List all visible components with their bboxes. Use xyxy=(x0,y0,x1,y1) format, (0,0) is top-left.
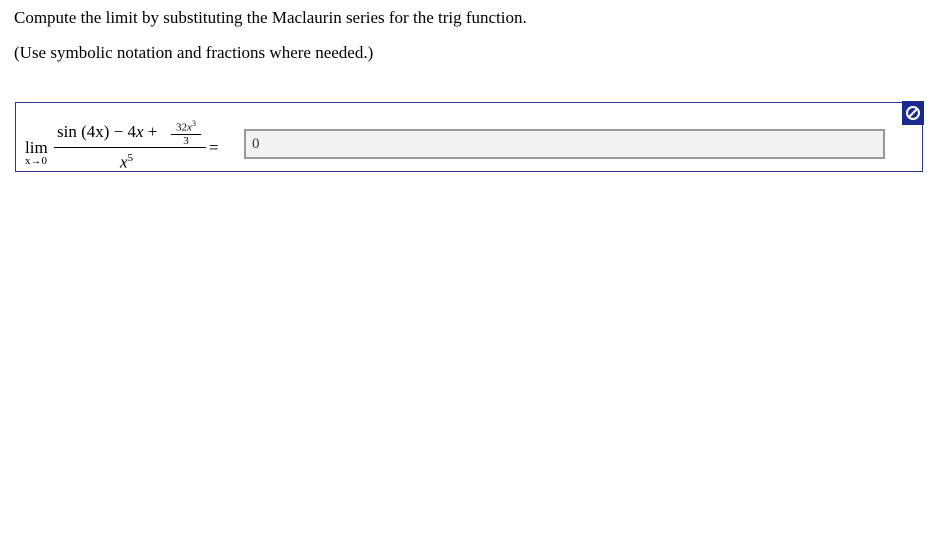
numerator: sin (4x) − 4x + xyxy=(57,122,157,142)
inner-fraction-numerator: 32x3 xyxy=(170,118,202,134)
status-badge xyxy=(902,101,924,125)
inner-fraction-denominator: 3 xyxy=(183,134,189,147)
fraction-bar xyxy=(54,147,206,148)
minus-term: − 4 xyxy=(109,122,137,141)
lim-subscript: x→0 xyxy=(25,155,47,167)
not-allowed-icon xyxy=(906,106,920,120)
answer-input[interactable] xyxy=(244,129,885,159)
x-variable: x xyxy=(136,122,144,141)
equals-sign: = xyxy=(209,138,219,157)
inner-fraction: 32x3 3 xyxy=(170,118,202,147)
answer-box: lim x→0 sin (4x) − 4x + 32x3 3 x5 = xyxy=(15,101,924,173)
sin-argument: (4x) xyxy=(81,122,110,141)
den-exp: 5 xyxy=(127,152,134,164)
inner-coef: 32 xyxy=(176,121,188,134)
den-var: x xyxy=(120,152,128,172)
sin-function: sin xyxy=(57,122,77,141)
plus-sign: + xyxy=(143,122,158,141)
question-line-1: Compute the limit by substituting the Ma… xyxy=(14,8,527,27)
question-line-2: (Use symbolic notation and fractions whe… xyxy=(14,43,374,62)
denominator: x5 xyxy=(120,152,133,173)
inner-exp: 3 xyxy=(191,119,196,128)
